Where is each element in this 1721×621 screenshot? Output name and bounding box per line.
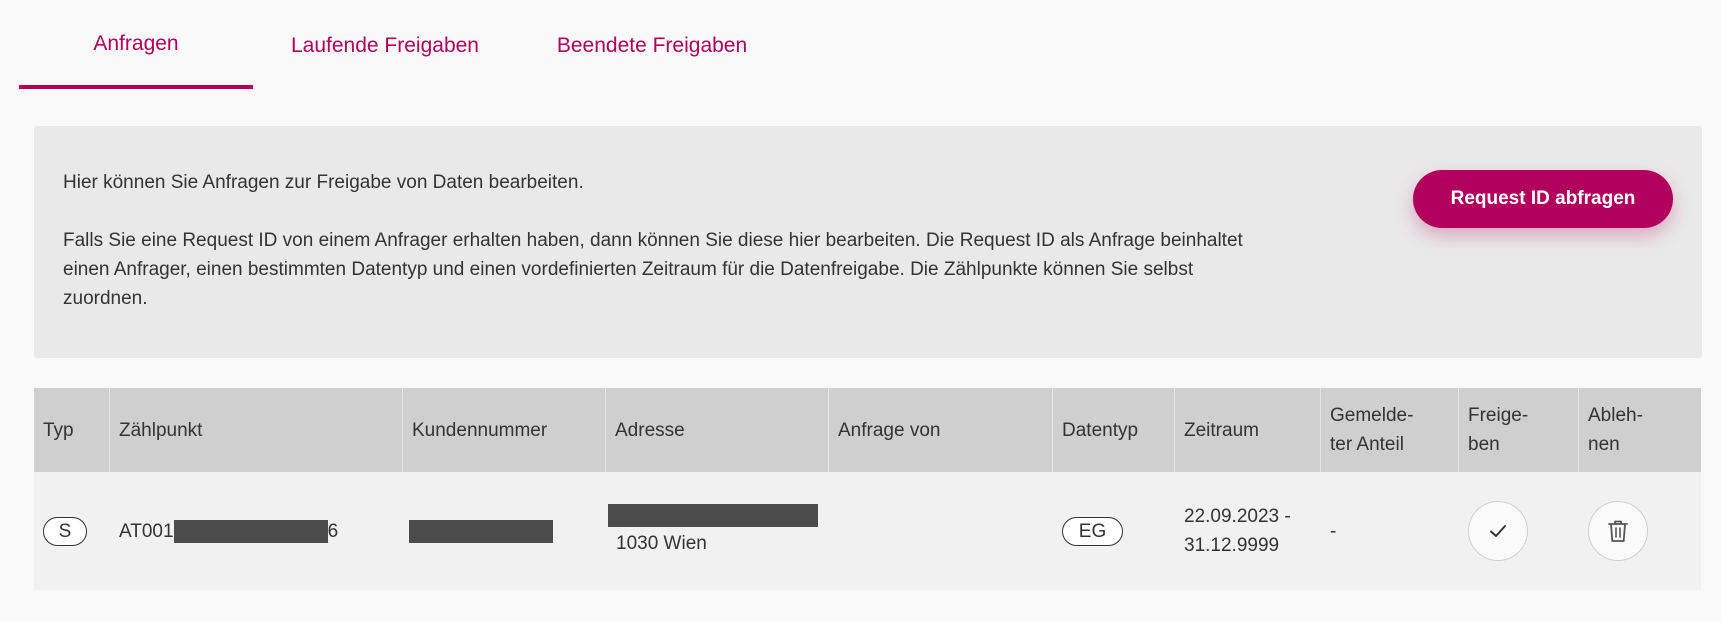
info-panel: Hier können Sie Anfragen zur Freigabe vo… [34,126,1702,358]
header-datentyp: Datentyp [1053,388,1175,472]
header-kundennummer: Kundennummer [403,388,606,472]
cell-typ: S [34,472,110,590]
reject-button[interactable] [1588,501,1648,561]
tab-beendete-freigaben[interactable]: Beendete Freigaben [517,0,787,89]
header-ablehnen-line2: nen [1588,434,1620,455]
requests-table: Typ Zählpunkt Kundennummer Adresse Anfra… [34,388,1701,590]
cell-ablehnen [1579,472,1701,590]
request-id-button[interactable]: Request ID abfragen [1413,170,1673,228]
cell-gemeldeter-anteil: - [1330,520,1337,542]
datentyp-badge: EG [1062,516,1123,546]
zeitraum-start: 22.09.2023 - [1184,506,1291,527]
redacted-kundennummer [409,519,553,543]
header-adresse: Adresse [606,388,829,472]
cell-zeitraum: 22.09.2023 - 31.12.9999 [1175,472,1321,590]
info-text-details: Falls Sie eine Request ID von einem Anfr… [63,230,1243,309]
address-city: 1030 Wien [616,533,707,554]
typ-badge: S [43,516,87,546]
header-zaehlpunkt: Zählpunkt [110,388,403,472]
header-freigeben-line2: ben [1468,434,1500,455]
tab-anfragen[interactable]: Anfragen [19,0,253,89]
header-gemeldeter-anteil-line2: ter Anteil [1330,434,1404,455]
info-text-intro: Hier können Sie Anfragen zur Freigabe vo… [63,172,584,193]
header-ablehnen: Ableh- nen [1579,388,1701,472]
cell-datentyp: EG [1053,472,1175,590]
header-freigeben: Freige- ben [1459,388,1579,472]
header-gemeldeter-anteil: Gemelde- ter Anteil [1321,388,1459,472]
header-ablehnen-line1: Ableh- [1588,405,1643,426]
header-gemeldeter-anteil-line1: Gemelde- [1330,405,1414,426]
table-header: Typ Zählpunkt Kundennummer Adresse Anfra… [34,388,1701,472]
table-row: S AT001 6 1030 Wien EG 22.09.2023 - 31.1… [34,472,1701,590]
cell-anfrage-von [829,472,1053,590]
header-zeitraum: Zeitraum [1175,388,1321,472]
cell-adresse: 1030 Wien [606,472,829,590]
tab-laufende-freigaben[interactable]: Laufende Freigaben [253,0,517,89]
zaehlpunkt-suffix: 6 [327,520,339,542]
redacted-street [608,504,818,527]
trash-icon [1608,520,1628,542]
tab-bar: Anfragen Laufende Freigaben Beendete Fre… [19,0,787,92]
cell-freigeben [1459,472,1579,590]
redacted-zaehlpunkt [173,519,328,543]
approve-button[interactable] [1468,501,1528,561]
header-typ: Typ [34,388,110,472]
zaehlpunkt-prefix: AT001 [119,520,174,542]
zeitraum-end: 31.12.9999 [1184,535,1280,556]
checkmark-icon [1490,525,1506,537]
cell-kundennummer [403,472,606,590]
header-anfrage-von: Anfrage von [829,388,1053,472]
header-freigeben-line1: Freige- [1468,405,1529,426]
cell-zaehlpunkt: AT001 6 [110,472,403,590]
